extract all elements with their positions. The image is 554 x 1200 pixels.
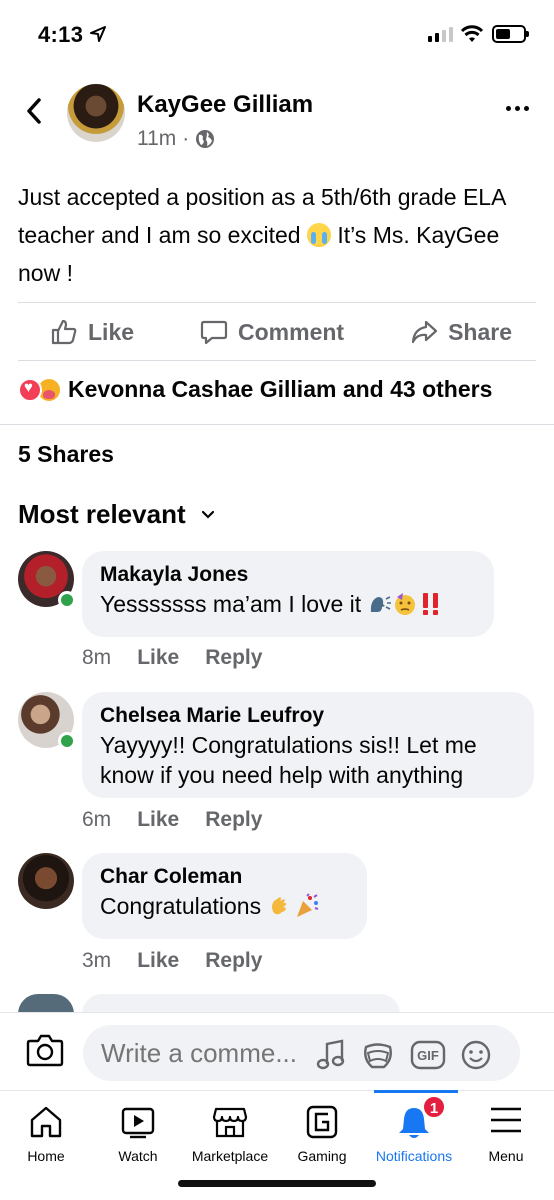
partial-comment-bubble: [82, 994, 400, 1014]
composer-icons: GIF: [316, 1039, 492, 1071]
comment-like-button[interactable]: Like: [137, 949, 179, 973]
camera-icon[interactable]: [26, 1033, 64, 1067]
commenter-avatar[interactable]: [18, 853, 74, 909]
comment-time: 6m: [82, 808, 112, 831]
watch-icon: [121, 1107, 155, 1139]
post-action-bar: Like Comment Share: [18, 304, 536, 360]
tab-marketplace-label: Marketplace: [191, 1148, 269, 1164]
marketplace-icon: [212, 1107, 248, 1138]
comment-like-button[interactable]: Like: [137, 808, 179, 832]
post-time[interactable]: 11m: [137, 127, 176, 151]
sticker-icon[interactable]: [360, 1039, 396, 1071]
comment-reply-button[interactable]: Reply: [205, 808, 262, 832]
emoji-icon[interactable]: [460, 1039, 492, 1071]
commenter-name[interactable]: Char Coleman: [100, 863, 349, 891]
comment-button[interactable]: Comment: [200, 318, 344, 346]
speaking-head-emoji-icon: [370, 596, 391, 612]
double-exclamation-emoji-icon: [422, 593, 438, 615]
commenter-name[interactable]: Makayla Jones: [100, 561, 476, 589]
comment-actions: 3m Like Reply: [82, 949, 262, 973]
tab-notifications-label: Notifications: [375, 1148, 453, 1164]
comment-bubble[interactable]: Char Coleman Congratulations: [82, 853, 367, 939]
sort-label: Most relevant: [18, 499, 186, 529]
music-note-icon[interactable]: [316, 1039, 346, 1071]
post-text: Just accepted a position as a 5th/6th gr…: [18, 178, 538, 292]
share-button[interactable]: Share: [410, 318, 512, 346]
tab-notifications[interactable]: 1 Notifications: [368, 1091, 460, 1181]
status-time: 4:13: [38, 22, 84, 47]
divider: [0, 424, 554, 425]
home-icon: [30, 1106, 62, 1138]
divider: [18, 302, 536, 303]
gif-icon[interactable]: GIF: [410, 1039, 446, 1071]
comment-text: Yayyyy!! Congratulations sis!! Let me kn…: [100, 732, 477, 788]
party-face-emoji-icon: [394, 593, 415, 615]
back-button[interactable]: [22, 96, 46, 126]
comment-bubble[interactable]: Chelsea Marie Leufroy Yayyyy!! Congratul…: [82, 692, 534, 798]
tab-marketplace[interactable]: Marketplace: [184, 1091, 276, 1181]
commenter-name[interactable]: Chelsea Marie Leufroy: [100, 702, 516, 730]
battery-icon: [492, 25, 529, 43]
tab-gaming-label: Gaming: [297, 1148, 347, 1164]
comment-text: Congratulations: [100, 891, 349, 921]
reactions-summary[interactable]: Kevonna Cashae Gilliam and 43 others: [18, 376, 492, 403]
reactions-text: Kevonna Cashae Gilliam and 43 others: [68, 376, 493, 402]
gaming-icon: [306, 1105, 338, 1139]
more-options-button[interactable]: [506, 106, 529, 111]
comment-sort-dropdown[interactable]: Most relevant: [18, 499, 216, 530]
tab-menu-label: Menu: [488, 1148, 524, 1164]
partial-comment-avatar: [18, 994, 74, 1014]
comment-bubble-icon: [200, 320, 228, 345]
online-status-dot: [58, 732, 76, 750]
tab-menu[interactable]: Menu: [460, 1091, 552, 1181]
tab-home[interactable]: Home: [0, 1091, 92, 1181]
comment-time: 8m: [82, 646, 112, 669]
comment-actions: 6m Like Reply: [82, 808, 262, 832]
comment-text: Yesssssss ma’am I love it: [100, 589, 476, 619]
tab-gaming[interactable]: Gaming: [276, 1091, 368, 1181]
home-indicator: [178, 1180, 376, 1187]
post-meta: 11m ·: [137, 127, 215, 151]
comment-text-content: Congratulations: [100, 893, 262, 919]
wifi-icon: [460, 25, 484, 42]
tab-watch-label: Watch: [118, 1148, 158, 1164]
love-reaction-icon: [18, 377, 42, 402]
share-label: Share: [448, 318, 512, 345]
svg-text:GIF: GIF: [417, 1048, 439, 1063]
tab-watch[interactable]: Watch: [92, 1091, 184, 1181]
comment-like-button[interactable]: Like: [137, 646, 179, 670]
comment-reply-button[interactable]: Reply: [205, 646, 262, 670]
shares-count[interactable]: 5 Shares: [18, 441, 114, 468]
chevron-down-icon: [201, 510, 214, 519]
share-arrow-icon: [411, 320, 438, 344]
clapping-hands-emoji-icon: [271, 897, 286, 915]
thumbs-up-icon: [51, 319, 77, 345]
like-button[interactable]: Like: [50, 318, 134, 346]
crying-emoji-icon: [306, 223, 331, 247]
comment-bubble[interactable]: Makayla Jones Yesssssss ma’am I love it: [82, 551, 494, 637]
notification-badge: 1: [422, 1095, 446, 1119]
cellular-signal-icon: [428, 26, 453, 42]
online-status-dot: [58, 591, 76, 609]
author-avatar[interactable]: [67, 84, 125, 142]
meta-separator: ·: [182, 127, 190, 150]
comment-text-content: Yesssssss ma’am I love it: [100, 591, 362, 617]
comment-composer: GIF: [0, 1012, 554, 1090]
status-bar: 4:13: [0, 0, 554, 70]
divider: [18, 360, 536, 361]
like-label: Like: [88, 318, 135, 345]
comment-time: 3m: [82, 949, 112, 972]
party-popper-emoji-icon: [296, 893, 318, 917]
globe-icon: [196, 130, 215, 148]
comment-reply-button[interactable]: Reply: [205, 949, 262, 973]
comment-actions: 8m Like Reply: [82, 646, 262, 670]
author-name[interactable]: KayGee Gilliam: [137, 91, 313, 119]
menu-icon: [491, 1107, 521, 1133]
comment-label: Comment: [238, 318, 345, 345]
location-arrow-icon: [90, 26, 106, 42]
tab-home-label: Home: [27, 1148, 65, 1164]
